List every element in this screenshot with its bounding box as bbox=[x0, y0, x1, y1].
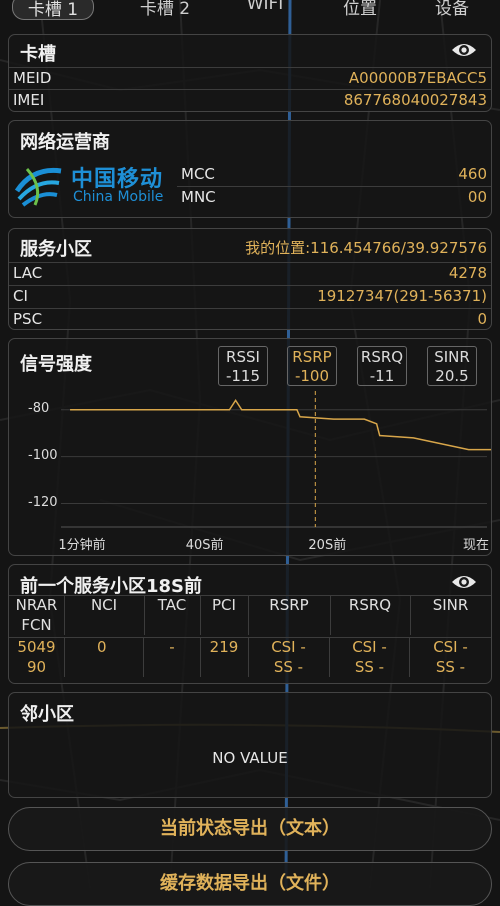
operator-title: 网络运营商 bbox=[20, 132, 110, 153]
value-nci: 0 bbox=[64, 637, 144, 677]
no-value-text: NO VALUE bbox=[212, 749, 288, 767]
value-pci: 219 bbox=[200, 637, 249, 677]
imei-label: IMEI bbox=[13, 91, 45, 109]
mnc-row: MNC 00 bbox=[177, 186, 491, 209]
header-sinr: SINR bbox=[432, 596, 469, 614]
mnc-label: MNC bbox=[181, 188, 216, 206]
value-tac: - bbox=[144, 637, 201, 677]
imei-value: 867768040027843 bbox=[343, 91, 487, 109]
lac-row: LAC 4278 bbox=[9, 262, 491, 285]
meid-row: MEID A00000B7EBACC5 bbox=[9, 67, 491, 90]
psc-label: PSC bbox=[13, 310, 43, 328]
lac-label: LAC bbox=[13, 264, 43, 282]
china-mobile-logo: 中国移动 China Mobile bbox=[13, 161, 183, 209]
tab-wifi[interactable]: WIFI bbox=[235, 0, 295, 18]
serving-cell-panel: 服务小区 我的位置:116.454766/39.927576 LAC 4278 … bbox=[8, 228, 492, 330]
signal-panel: 信号强度 RSSI -115 RSRP -100 RSRQ -11 SINR 2… bbox=[8, 338, 492, 556]
chart-y-tick-label: -100 bbox=[28, 447, 58, 463]
export-file-button[interactable]: 缓存数据导出（文件） bbox=[8, 862, 492, 906]
logo-text-en: China Mobile bbox=[73, 189, 164, 205]
header-nrarfcn: NRAR FCN bbox=[9, 595, 65, 635]
tab-location[interactable]: 位置 bbox=[330, 0, 390, 19]
chart-x-tick-label: 1分钟前 bbox=[58, 538, 106, 553]
value-sinr: CSI - SS - bbox=[433, 638, 468, 676]
header-rsrp: RSRP bbox=[248, 595, 331, 635]
chart-x-tick-label: 现在 bbox=[462, 538, 489, 553]
app-content: 卡槽 1 卡槽 2 WIFI 位置 设备 卡槽 MEID A00000B7EBA… bbox=[0, 0, 500, 906]
neighbor-cell-panel: 邻小区 NO VALUE bbox=[8, 692, 492, 798]
tab-sim-2[interactable]: 卡槽 2 bbox=[125, 0, 205, 19]
mcc-row: MCC 460 bbox=[177, 164, 491, 186]
chart-y-tick-label: -80 bbox=[28, 400, 50, 416]
header-pci: PCI bbox=[200, 595, 249, 635]
serving-cell-title: 服务小区 bbox=[20, 239, 92, 260]
operator-panel: 网络运营商 中国移动 China Mobile MCC 460 MNC 00 bbox=[8, 120, 492, 218]
value-rsrp: CSI - SS - bbox=[248, 637, 330, 677]
value-rsrq: CSI - SS - bbox=[330, 637, 410, 677]
export-text-button[interactable]: 当前状态导出（文本） bbox=[8, 807, 492, 851]
china-mobile-logo-icon bbox=[14, 167, 62, 207]
ci-value: 19127347(291-56371) bbox=[317, 287, 487, 305]
chart-series-line-rsrp bbox=[70, 399, 491, 451]
sim-card-panel: 卡槽 MEID A00000B7EBACC5 IMEI 867768040027… bbox=[8, 34, 492, 112]
ci-label: CI bbox=[13, 287, 28, 305]
eye-icon[interactable] bbox=[451, 41, 477, 59]
mcc-label: MCC bbox=[181, 165, 215, 183]
my-location-text[interactable]: 我的位置:116.454766/39.927576 bbox=[245, 237, 487, 258]
ci-row: CI 19127347(291-56371) bbox=[9, 285, 491, 308]
eye-icon[interactable] bbox=[451, 573, 477, 591]
tab-sim-1[interactable]: 卡槽 1 bbox=[12, 0, 94, 20]
meid-value: A00000B7EBACC5 bbox=[348, 69, 487, 87]
lac-value: 4278 bbox=[448, 264, 487, 282]
mnc-value: 00 bbox=[467, 188, 487, 206]
signal-chart bbox=[61, 391, 491, 528]
imei-row: IMEI 867768040027843 bbox=[9, 89, 491, 111]
previous-cell-panel: 前一个服务小区18S前 NRAR FCN NCI TAC PCI RSRP RS… bbox=[8, 564, 492, 684]
chart-x-tick-label: 40S前 bbox=[185, 538, 224, 553]
psc-value: 0 bbox=[477, 310, 487, 328]
mcc-value: 460 bbox=[458, 165, 487, 183]
sim-card-title: 卡槽 bbox=[20, 44, 56, 65]
neighbor-cell-title: 邻小区 bbox=[20, 704, 74, 725]
header-tac: TAC bbox=[144, 595, 201, 635]
chart-y-tick-label: -120 bbox=[28, 494, 58, 510]
chart-x-tick-label: 20S前 bbox=[308, 538, 347, 553]
psc-row: PSC 0 bbox=[9, 308, 491, 329]
tab-bar: 卡槽 1 卡槽 2 WIFI 位置 设备 bbox=[0, 0, 500, 22]
header-nci: NCI bbox=[64, 595, 145, 635]
value-nrarfcn: 5049 90 bbox=[9, 637, 65, 677]
header-rsrq: RSRQ bbox=[330, 595, 411, 635]
meid-label: MEID bbox=[13, 69, 52, 87]
tab-device[interactable]: 设备 bbox=[422, 0, 482, 19]
